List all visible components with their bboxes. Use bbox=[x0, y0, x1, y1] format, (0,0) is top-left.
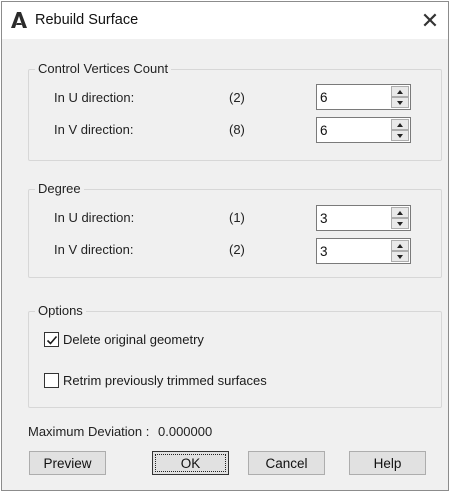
degree-v-decrement-button[interactable] bbox=[391, 251, 409, 262]
degree-u-decrement-button[interactable] bbox=[391, 218, 409, 229]
retrim-checkbox[interactable] bbox=[44, 373, 59, 388]
cv-u-spin-buttons bbox=[391, 86, 409, 108]
cv-v-current-value: (8) bbox=[229, 122, 245, 137]
preview-button-label: Preview bbox=[43, 455, 92, 471]
degree-v-spin-buttons bbox=[391, 240, 409, 262]
arrow-up-icon bbox=[397, 89, 403, 94]
cv-u-direction-label: In U direction: bbox=[54, 90, 135, 105]
degree-u-current-value: (1) bbox=[229, 210, 245, 225]
window-title: Rebuild Surface bbox=[35, 12, 139, 28]
arrow-down-icon bbox=[397, 221, 403, 226]
ok-button[interactable]: OK bbox=[152, 451, 229, 475]
cv-u-increment-button[interactable] bbox=[391, 86, 409, 97]
degree-v-spinner bbox=[316, 238, 411, 264]
retrim-label: Retrim previously trimmed surfaces bbox=[63, 373, 267, 388]
delete-original-checkbox[interactable] bbox=[44, 332, 59, 347]
degree-v-increment-button[interactable] bbox=[391, 240, 409, 251]
checkmark-icon bbox=[46, 334, 58, 346]
preview-button[interactable]: Preview bbox=[29, 451, 106, 475]
close-icon: ✕ bbox=[420, 7, 440, 33]
degree-v-direction-label: In V direction: bbox=[54, 242, 134, 257]
degree-group: Degree bbox=[28, 181, 442, 278]
cv-v-spinner bbox=[316, 117, 411, 143]
options-group-title: Options bbox=[35, 303, 86, 318]
degree-v-current-value: (2) bbox=[229, 242, 245, 257]
help-button-label: Help bbox=[373, 455, 402, 471]
degree-u-direction-label: In U direction: bbox=[54, 210, 135, 225]
degree-u-increment-button[interactable] bbox=[391, 207, 409, 218]
arrow-up-icon bbox=[397, 122, 403, 127]
cv-u-current-value: (2) bbox=[229, 90, 245, 105]
title-bar: Rebuild Surface ✕ bbox=[2, 2, 448, 39]
arrow-down-icon bbox=[397, 100, 403, 105]
degree-v-input[interactable] bbox=[317, 239, 390, 263]
cv-v-decrement-button[interactable] bbox=[391, 130, 409, 141]
cv-u-input[interactable] bbox=[317, 85, 390, 109]
maximum-deviation-value: 0.000000 bbox=[158, 424, 213, 439]
maximum-deviation-label: Maximum Deviation : bbox=[28, 424, 150, 439]
cv-u-decrement-button[interactable] bbox=[391, 97, 409, 108]
retrim-option[interactable]: Retrim previously trimmed surfaces bbox=[44, 373, 267, 388]
degree-u-input[interactable] bbox=[317, 206, 390, 230]
options-group: Options bbox=[28, 303, 442, 408]
degree-u-spin-buttons bbox=[391, 207, 409, 229]
arrow-down-icon bbox=[397, 254, 403, 259]
rebuild-surface-dialog: Rebuild Surface ✕ Control Vertices Count… bbox=[1, 1, 449, 491]
degree-u-spinner bbox=[316, 205, 411, 231]
cancel-button[interactable]: Cancel bbox=[248, 451, 325, 475]
degree-group-title: Degree bbox=[35, 181, 84, 196]
cv-v-spin-buttons bbox=[391, 119, 409, 141]
delete-original-label: Delete original geometry bbox=[63, 332, 204, 347]
cv-v-increment-button[interactable] bbox=[391, 119, 409, 130]
arrow-down-icon bbox=[397, 133, 403, 138]
control-vertices-group-title: Control Vertices Count bbox=[35, 61, 172, 76]
control-vertices-group: Control Vertices Count bbox=[28, 61, 442, 161]
arrow-up-icon bbox=[397, 210, 403, 215]
arrow-up-icon bbox=[397, 243, 403, 248]
cancel-button-label: Cancel bbox=[265, 455, 308, 471]
close-button[interactable]: ✕ bbox=[412, 2, 448, 39]
help-button[interactable]: Help bbox=[349, 451, 426, 475]
delete-original-option[interactable]: Delete original geometry bbox=[44, 332, 204, 347]
autocad-a-icon bbox=[10, 11, 28, 29]
cv-v-direction-label: In V direction: bbox=[54, 122, 134, 137]
cv-v-input[interactable] bbox=[317, 118, 390, 142]
ok-button-label: OK bbox=[180, 455, 201, 471]
cv-u-spinner bbox=[316, 84, 411, 110]
